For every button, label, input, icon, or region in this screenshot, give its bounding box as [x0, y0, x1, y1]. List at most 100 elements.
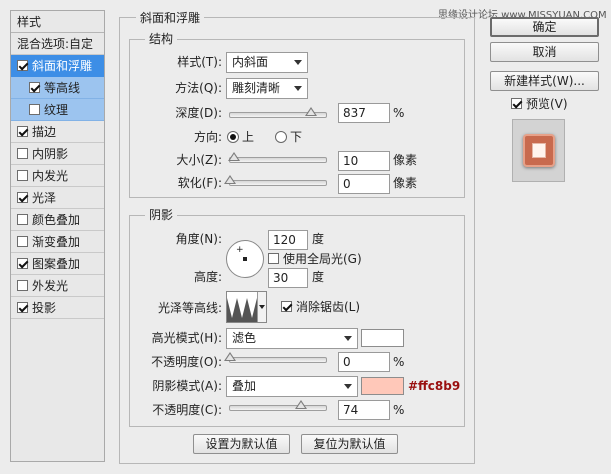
structure-title: 结构: [145, 32, 178, 46]
new-style-button[interactable]: 新建样式(W)...: [490, 71, 599, 91]
highlight-opacity-slider[interactable]: [224, 352, 327, 363]
style-item-bevel-emboss[interactable]: 斜面和浮雕: [11, 55, 104, 77]
direction-down-radio[interactable]: [275, 131, 287, 143]
chevron-down-icon: [344, 384, 352, 389]
chevron-down-icon: [294, 86, 302, 91]
chevron-down-icon: [344, 336, 352, 341]
style-item-checkbox[interactable]: [17, 192, 28, 203]
preview-swatch-inner: [532, 143, 546, 158]
style-item-checkbox[interactable]: [17, 214, 28, 225]
global-light-check-icon: [268, 253, 279, 264]
direction-up-radio[interactable]: [227, 131, 239, 143]
global-light-checkbox[interactable]: 使用全局光(G): [268, 252, 362, 266]
antialias-label: 消除锯齿(L): [296, 300, 361, 314]
depth-label: 深度(D):: [175, 106, 222, 120]
ok-button[interactable]: 确定: [490, 17, 599, 37]
method-select-value: 雕刻清晰: [232, 81, 281, 95]
shadow-mode-select[interactable]: 叠加: [226, 376, 358, 397]
style-item-checkbox[interactable]: [17, 236, 28, 247]
shadow-opacity-input[interactable]: 74: [338, 400, 390, 420]
shadow-opacity-label: 不透明度(C):: [152, 403, 222, 417]
depth-slider-thumb[interactable]: [304, 107, 317, 116]
style-item-checkbox[interactable]: [17, 60, 28, 71]
angle-label: 角度(N):: [175, 232, 222, 246]
style-item-color-overlay[interactable]: 颜色叠加: [11, 209, 104, 231]
antialias-check-icon: [281, 301, 292, 312]
shadow-color-swatch[interactable]: [361, 377, 404, 395]
style-item-outer-glow[interactable]: 外发光: [11, 275, 104, 297]
make-default-button[interactable]: 设置为默认值: [193, 434, 290, 454]
style-item-checkbox[interactable]: [17, 258, 28, 269]
style-label: 样式(T):: [177, 55, 222, 69]
style-item-gradient-overlay[interactable]: 渐变叠加: [11, 231, 104, 253]
style-item-pattern-overlay[interactable]: 图案叠加: [11, 253, 104, 275]
style-item-contour[interactable]: 等高线: [11, 77, 104, 99]
altitude-input[interactable]: 30: [268, 268, 308, 288]
direction-down-label: 下: [290, 130, 303, 144]
style-item-checkbox[interactable]: [29, 104, 40, 115]
styles-header[interactable]: 样式: [11, 11, 104, 33]
depth-unit: %: [393, 106, 405, 120]
style-item-checkbox[interactable]: [17, 126, 28, 137]
shadow-opacity-slider[interactable]: [229, 400, 327, 411]
angle-dial[interactable]: +: [226, 240, 264, 278]
contour-graph-icon: [227, 298, 257, 322]
cancel-button[interactable]: 取消: [490, 42, 599, 62]
style-item-checkbox[interactable]: [17, 280, 28, 291]
depth-input[interactable]: 837: [338, 103, 390, 123]
chevron-down-icon: [294, 60, 302, 65]
altitude-unit: 度: [312, 270, 325, 284]
style-item-label: 内阴影: [32, 147, 69, 161]
style-item-label: 斜面和浮雕: [32, 59, 93, 73]
depth-slider[interactable]: [229, 107, 327, 118]
style-item-inner-glow[interactable]: 内发光: [11, 165, 104, 187]
style-item-texture[interactable]: 纹理: [11, 99, 104, 121]
shading-title: 阴影: [145, 208, 178, 222]
shadow-opacity-unit: %: [393, 403, 405, 417]
contour-chevron-down-icon[interactable]: [257, 292, 266, 322]
gloss-contour-picker[interactable]: [226, 291, 267, 323]
highlight-mode-select[interactable]: 滤色: [226, 328, 358, 349]
size-slider-thumb[interactable]: [227, 152, 240, 161]
style-item-label: 描边: [32, 125, 57, 139]
size-slider[interactable]: [227, 152, 327, 163]
style-select[interactable]: 内斜面: [226, 52, 308, 73]
soften-slider-thumb[interactable]: [224, 175, 236, 184]
antialias-checkbox[interactable]: 消除锯齿(L): [281, 300, 360, 314]
highlight-opacity-slider-thumb[interactable]: [224, 352, 236, 361]
style-item-checkbox[interactable]: [17, 148, 28, 159]
style-item-checkbox[interactable]: [29, 82, 40, 93]
style-item-stroke[interactable]: 描边: [11, 121, 104, 143]
shadow-mode-label: 阴影模式(A):: [152, 379, 222, 393]
style-item-satin[interactable]: 光泽: [11, 187, 104, 209]
soften-unit: 像素: [393, 176, 418, 190]
styles-list-panel: 样式 混合选项:自定 斜面和浮雕等高线纹理描边内阴影内发光 光泽 颜色叠加 渐变叠加图…: [10, 10, 105, 462]
highlight-color-swatch[interactable]: [361, 329, 404, 347]
highlight-opacity-input[interactable]: 0: [338, 352, 390, 372]
preview-checkbox[interactable]: 预览(V): [511, 97, 568, 111]
altitude-label: 高度:: [193, 270, 222, 284]
style-item-label: 等高线: [44, 81, 81, 95]
style-item-drop-shadow[interactable]: 投影: [11, 297, 104, 319]
size-input[interactable]: 10: [338, 151, 390, 171]
style-item-inner-shadow[interactable]: 内阴影: [11, 143, 104, 165]
soften-label: 软化(F):: [177, 176, 222, 190]
angle-input[interactable]: 120: [268, 230, 308, 250]
style-item-label: 外发光: [32, 279, 69, 293]
angle-dial-center: [243, 257, 247, 261]
blend-options-item[interactable]: 混合选项:自定: [11, 33, 104, 55]
style-item-checkbox[interactable]: [17, 302, 28, 313]
style-select-value: 内斜面: [232, 55, 269, 69]
soften-slider[interactable]: [224, 175, 327, 186]
method-select[interactable]: 雕刻清晰: [226, 78, 308, 99]
size-unit: 像素: [393, 153, 418, 167]
highlight-opacity-unit: %: [393, 355, 405, 369]
shadow-opacity-slider-thumb[interactable]: [295, 400, 308, 409]
soften-input[interactable]: 0: [338, 174, 390, 194]
angle-unit: 度: [312, 232, 325, 246]
reset-default-button[interactable]: 复位为默认值: [301, 434, 398, 454]
method-label: 方法(Q):: [175, 81, 222, 95]
style-item-checkbox[interactable]: [17, 170, 28, 181]
angle-dial-handle-icon: +: [236, 245, 244, 255]
bevel-emboss-title: 斜面和浮雕: [136, 11, 205, 25]
